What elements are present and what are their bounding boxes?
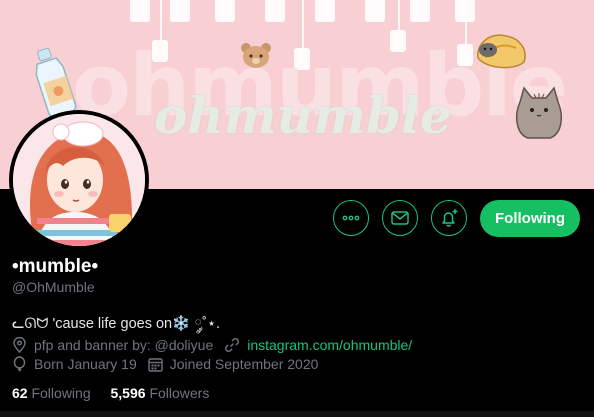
- banner-decoration: [265, 0, 285, 22]
- profile-website-link[interactable]: instagram.com/ohmumble/: [247, 337, 412, 353]
- link-icon: [225, 337, 240, 353]
- followers-stat[interactable]: 5,596 Followers: [111, 385, 210, 401]
- banner-decoration: [398, 0, 400, 30]
- following-count: 62: [12, 385, 28, 401]
- mail-icon: [391, 211, 409, 225]
- banner-decoration: [160, 0, 162, 40]
- following-label: Following: [31, 385, 91, 401]
- location-pin-icon: [13, 337, 26, 353]
- followers-label: Followers: [149, 385, 210, 401]
- banner-decoration: [130, 0, 150, 22]
- following-button[interactable]: Following: [480, 200, 580, 237]
- banner-decoration: [365, 0, 385, 22]
- user-handle: @OhMumble: [12, 279, 95, 295]
- follow-stats: 62 Following 5,596 Followers: [12, 385, 209, 401]
- profile-meta-row-1: pfp and banner by: @doliyue instagram.co…: [12, 337, 412, 353]
- notifications-button[interactable]: [431, 200, 467, 236]
- following-stat[interactable]: 62 Following: [12, 385, 91, 401]
- banner-decoration: [315, 0, 335, 22]
- banner-decoration: [410, 0, 430, 22]
- followers-count: 5,596: [110, 385, 146, 401]
- bell-plus-icon: [442, 209, 458, 227]
- join-date: Joined September 2020: [169, 356, 319, 372]
- avatar[interactable]: [13, 114, 145, 246]
- more-icon: [342, 215, 360, 221]
- message-button[interactable]: [382, 200, 418, 236]
- display-name: •mumble•: [12, 256, 99, 277]
- profile-location: pfp and banner by: @doliyue: [34, 337, 214, 353]
- bear-icon: [241, 43, 271, 68]
- balloon-icon: [13, 356, 26, 372]
- birth-date: Born January 19: [34, 356, 137, 372]
- profile-meta-row-2: Born January 19 Joined September 2020: [12, 356, 318, 372]
- avatar-illustration: [13, 114, 145, 246]
- calendar-icon: [148, 357, 163, 372]
- tweet-list-edge: [0, 411, 594, 417]
- bread-icon: [477, 34, 526, 69]
- more-button[interactable]: [333, 200, 369, 236]
- cat-icon: [515, 86, 563, 139]
- banner-overlay-text: ohmumble: [154, 86, 452, 145]
- banner-decoration: [170, 0, 190, 22]
- banner-decoration: [215, 0, 235, 22]
